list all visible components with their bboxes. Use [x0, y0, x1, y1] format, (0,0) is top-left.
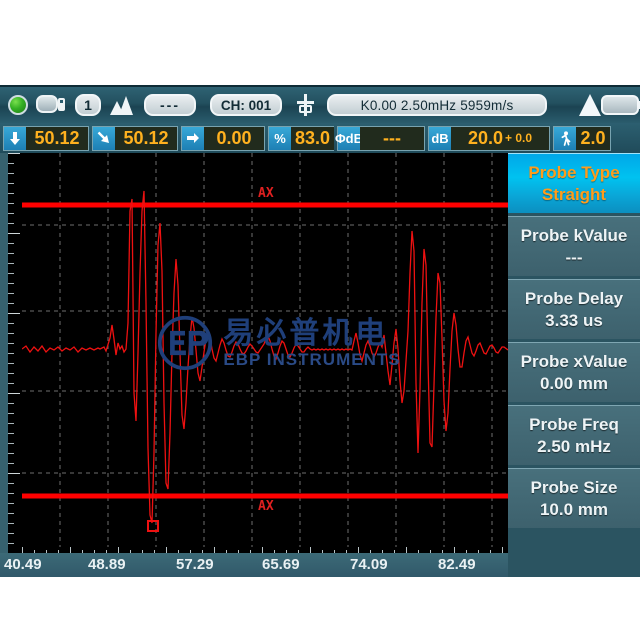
arrow-diagonal-icon	[93, 126, 115, 150]
mode-indicator[interactable]: ---	[144, 94, 196, 116]
measurement-bar: 50.12 50.12 0.00 % 83.0 ΦdB --- dB 20.0 …	[0, 123, 640, 153]
triangle-icon	[579, 94, 601, 116]
gate-upper-label: AX	[258, 186, 274, 201]
sidebar-item-probe-delay-title: Probe Delay	[524, 288, 624, 308]
measurement-phi-db[interactable]: ΦdB ---	[335, 125, 425, 151]
sidebar-item-probe-kvalue[interactable]: Probe kValue ---	[508, 216, 640, 276]
percent-icon: %	[269, 126, 291, 150]
measurement-scan-speed-value: 2.0	[576, 126, 610, 150]
x-tick-label-4: 74.09	[350, 556, 388, 573]
x-tick-label-1: 48.89	[88, 556, 126, 573]
ascan-plot[interactable]: 易必普机电 EBP INSTRUMENTS AX AX	[22, 153, 508, 553]
peaks-icon	[110, 95, 136, 115]
sidebar-item-probe-xvalue-title: Probe xValue	[520, 351, 628, 371]
measurement-surface-distance[interactable]: 0.00	[181, 125, 265, 151]
sidebar-item-probe-kvalue-title: Probe kValue	[520, 225, 628, 245]
sidebar-item-probe-type[interactable]: Probe Type Straight	[508, 153, 640, 213]
ascan-chart-area[interactable]: 易必普机电 EBP INSTRUMENTS AX AX	[0, 153, 508, 553]
gate-lower-label: AX	[258, 499, 274, 514]
measurement-sound-path[interactable]: 50.12	[92, 125, 178, 151]
power-led-icon	[8, 95, 28, 115]
sidebar-item-probe-type-title: Probe Type	[528, 162, 620, 182]
measurement-depth-value: 50.12	[26, 126, 88, 150]
measurement-gain[interactable]: dB 20.0 + 0.0	[428, 125, 550, 151]
device-screen: 1 --- CH: 001 K0.00 2.50mHz 5959m/s 50.1…	[0, 85, 640, 577]
arrow-down-icon	[4, 126, 26, 150]
battery-icon	[601, 95, 640, 115]
sidebar-item-probe-size-title: Probe Size	[530, 477, 618, 497]
x-tick-label-2: 57.29	[176, 556, 214, 573]
measurement-gain-value: 20.0 + 0.0	[451, 126, 549, 150]
sidebar-item-probe-xvalue[interactable]: Probe xValue 0.00 mm	[508, 342, 640, 402]
x-tick-label-5: 82.49	[438, 556, 476, 573]
measurement-surface-distance-value: 0.00	[204, 126, 264, 150]
measurement-scan-speed[interactable]: 2.0	[553, 125, 611, 151]
x-tick-label-3: 65.69	[262, 556, 300, 573]
channel-label[interactable]: CH: 001	[210, 94, 282, 116]
measurement-phi-db-value: ---	[360, 126, 424, 150]
measurement-amplitude[interactable]: % 83.0	[268, 125, 335, 151]
sidebar-item-probe-delay-value: 3.33 us	[545, 310, 603, 330]
measurement-sound-path-value: 50.12	[115, 126, 177, 150]
measurement-depth[interactable]: 50.12	[3, 125, 89, 151]
ascan-svg	[22, 153, 508, 553]
walker-icon	[554, 126, 576, 150]
sidebar-item-probe-size[interactable]: Probe Size 10.0 mm	[508, 468, 640, 528]
x-axis-ticks	[22, 547, 508, 553]
usb-icon	[36, 95, 66, 115]
gain-main: 20.0	[467, 127, 503, 148]
status-bar: 1 --- CH: 001 K0.00 2.50mHz 5959m/s	[0, 85, 640, 123]
probe-icon	[295, 94, 315, 116]
measurement-amplitude-value: 83.0	[291, 126, 335, 150]
vertical-ruler	[8, 153, 22, 553]
gain-offset: + 0.0	[505, 131, 533, 145]
x-tick-label-0: 40.49	[4, 556, 42, 573]
sidebar-item-probe-type-value: Straight	[541, 184, 607, 204]
sidebar-item-probe-kvalue-value: ---	[565, 247, 583, 267]
probe-info-readout: K0.00 2.50mHz 5959m/s	[327, 94, 547, 116]
probe-settings-sidebar: Probe Type Straight Probe kValue --- Pro…	[508, 153, 640, 577]
channel-number-badge[interactable]: 1	[75, 94, 101, 116]
sidebar-item-probe-delay[interactable]: Probe Delay 3.33 us	[508, 279, 640, 339]
sidebar-item-probe-freq-title: Probe Freq	[529, 414, 619, 434]
phi-db-icon: ΦdB	[335, 126, 363, 150]
x-axis: 40.49 48.89 57.29 65.69 74.09 82.49	[0, 547, 508, 577]
db-icon: dB	[429, 126, 451, 150]
sidebar-item-probe-freq[interactable]: Probe Freq 2.50 mHz	[508, 405, 640, 465]
sidebar-item-probe-xvalue-value: 0.00 mm	[539, 373, 609, 393]
sidebar-item-probe-freq-value: 2.50 mHz	[537, 436, 611, 456]
sidebar-item-probe-size-value: 10.0 mm	[539, 499, 609, 519]
arrow-right-icon	[182, 126, 204, 150]
